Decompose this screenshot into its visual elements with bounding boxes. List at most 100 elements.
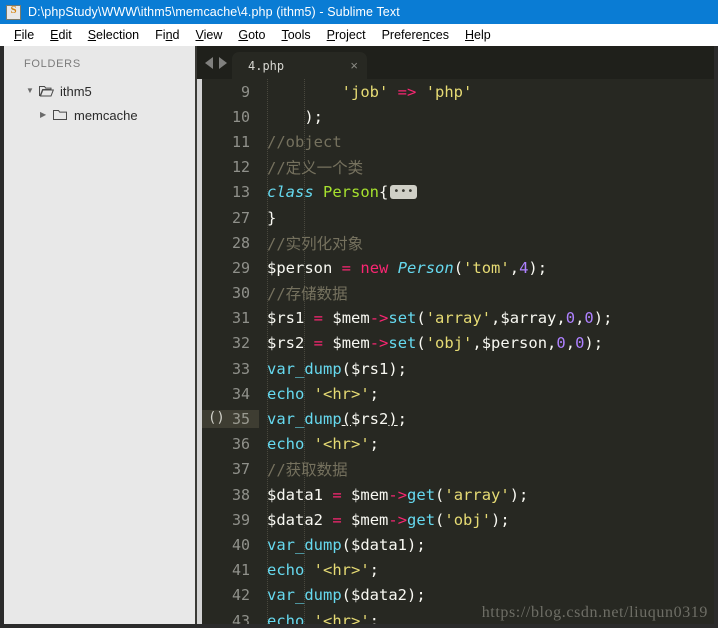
token: get	[407, 485, 436, 504]
code-lines[interactable]: 9 'job' => 'php' 10 ); 11//object 12//定义一个类…	[202, 79, 714, 624]
code-line-12[interactable]: 12 //定义一个类	[202, 155, 714, 180]
menu-item-file[interactable]: File	[6, 27, 42, 44]
code-line-36[interactable]: 36 echo '<hr>';	[202, 432, 714, 457]
menu-item-project[interactable]: Project	[319, 27, 374, 44]
code-text[interactable]: //object	[259, 133, 714, 151]
token: //存储数据	[267, 285, 348, 304]
menu-item-edit[interactable]: Edit	[42, 27, 80, 44]
code-line-41[interactable]: 41 echo '<hr>';	[202, 558, 714, 583]
code-line-28[interactable]: 28 //实列化对象	[202, 230, 714, 255]
code-text[interactable]: echo '<hr>';	[259, 612, 714, 624]
code-text[interactable]: $rs1 = $mem->set('array',$array,0,0);	[259, 309, 714, 327]
code-text[interactable]: echo '<hr>';	[259, 561, 714, 579]
code-line-29[interactable]: 29 $person = new Person('tom',4);	[202, 255, 714, 280]
code-text[interactable]: $data2 = $mem->get('obj');	[259, 511, 714, 529]
token: (	[453, 258, 464, 277]
code-text[interactable]: echo '<hr>';	[259, 385, 714, 403]
code-line-39[interactable]: 39 $data2 = $mem->get('obj');	[202, 507, 714, 532]
token: =	[332, 485, 342, 504]
code-line-42[interactable]: 42 var_dump($data2);	[202, 583, 714, 608]
code-text[interactable]: //实列化对象	[259, 232, 714, 254]
code-text[interactable]: $data1 = $mem->get('array');	[259, 486, 714, 504]
tree-item-label: ithm5	[60, 83, 92, 99]
menu-item-find[interactable]: Find	[147, 27, 187, 44]
code-text[interactable]: var_dump($data1);	[259, 536, 714, 554]
line-number-9: 9	[202, 83, 259, 101]
token: $data1	[351, 535, 407, 554]
menu-item-view[interactable]: View	[187, 27, 230, 44]
line-number-11: 11	[202, 133, 259, 151]
token: 'php'	[425, 82, 473, 101]
token: ,	[556, 309, 566, 328]
token: ->	[369, 334, 389, 353]
code-text[interactable]: //定义一个类	[259, 156, 714, 178]
token: $mem	[351, 510, 389, 529]
chevron-right-icon[interactable]: ▶	[40, 111, 52, 119]
token: ;	[369, 611, 380, 624]
code-text[interactable]: var_dump($rs2);	[259, 410, 714, 428]
line-number-13: 13	[202, 183, 259, 201]
menu-item-goto[interactable]: Goto	[230, 27, 273, 44]
token: (	[435, 510, 445, 529]
menu-item-help[interactable]: Help	[457, 27, 499, 44]
code-line-43[interactable]: 43 echo '<hr>';	[202, 608, 714, 624]
token: '<hr>'	[313, 611, 370, 624]
token: ,	[472, 334, 482, 353]
close-icon[interactable]: ×	[332, 59, 358, 72]
line-number-35: () 35	[202, 410, 259, 429]
code-area[interactable]: 9 'job' => 'php' 10 ); 11//object 12//定义一个类…	[197, 79, 714, 624]
chevron-down-icon[interactable]: ▼	[26, 87, 38, 95]
code-fold-icon[interactable]: •••	[390, 185, 418, 200]
code-text[interactable]: class Person{•••	[259, 183, 714, 201]
menu-item-selection[interactable]: Selection	[80, 27, 147, 44]
token: ->	[369, 309, 389, 328]
code-text[interactable]: //获取数据	[259, 458, 714, 480]
menu-item-tools[interactable]: Tools	[273, 27, 318, 44]
forward-arrow-icon[interactable]	[219, 56, 227, 69]
code-text[interactable]: );	[259, 108, 714, 126]
line-number-31: 31	[202, 309, 259, 327]
code-text[interactable]: echo '<hr>';	[259, 435, 714, 453]
code-text[interactable]: $person = new Person('tom',4);	[259, 259, 714, 277]
tree-item-memcache[interactable]: ▶ memcache	[4, 103, 195, 127]
code-text[interactable]: }	[259, 209, 714, 227]
code-line-32[interactable]: 32 $rs2 = $mem->set('obj',$person,0,0);	[202, 331, 714, 356]
token: $mem	[332, 334, 370, 353]
code-text[interactable]: 'job' => 'php'	[259, 83, 714, 101]
code-line-38[interactable]: 38 $data1 = $mem->get('array');	[202, 482, 714, 507]
token: $rs1	[351, 359, 389, 378]
code-text[interactable]: //存储数据	[259, 282, 714, 304]
token: (	[341, 586, 351, 605]
code-line-40[interactable]: 40 var_dump($data1);	[202, 532, 714, 557]
code-line-31[interactable]: 31 $rs1 = $mem->set('array',$array,0,0);	[202, 306, 714, 331]
code-line-37[interactable]: 37 //获取数据	[202, 457, 714, 482]
code-line-27[interactable]: 27}	[202, 205, 714, 230]
token: set	[388, 309, 417, 328]
token: '<hr>'	[313, 561, 370, 580]
code-text[interactable]: var_dump($rs1);	[259, 360, 714, 378]
tab-4-php[interactable]: 4.php ×	[232, 52, 367, 79]
code-text[interactable]: $rs2 = $mem->set('obj',$person,0,0);	[259, 334, 714, 352]
menu-item-preferences[interactable]: Preferences	[374, 27, 457, 44]
code-line-11[interactable]: 11 //object	[202, 129, 714, 154]
code-line-9[interactable]: 9 'job' => 'php'	[202, 79, 714, 104]
main-body: FOLDERS ▼ ithm5 ▶ memcache 4.php × 9 'job' …	[0, 46, 718, 628]
token: 4	[519, 258, 529, 277]
code-line-33[interactable]: 33 var_dump($rs1);	[202, 356, 714, 381]
token: $array	[500, 309, 557, 328]
code-text[interactable]: var_dump($data2);	[259, 586, 714, 604]
code-line-10[interactable]: 10 );	[202, 104, 714, 129]
back-arrow-icon[interactable]	[205, 56, 213, 69]
code-line-35[interactable]: () 35 var_dump($rs2);	[202, 406, 714, 431]
tree-item-ithm5[interactable]: ▼ ithm5	[4, 79, 195, 103]
tab-nav-arrows[interactable]	[197, 46, 232, 79]
code-line-34[interactable]: 34 echo '<hr>';	[202, 381, 714, 406]
code-line-13[interactable]: 13 class Person{•••	[202, 180, 714, 205]
token: {	[379, 183, 389, 202]
code-line-30[interactable]: 30 //存储数据	[202, 281, 714, 306]
